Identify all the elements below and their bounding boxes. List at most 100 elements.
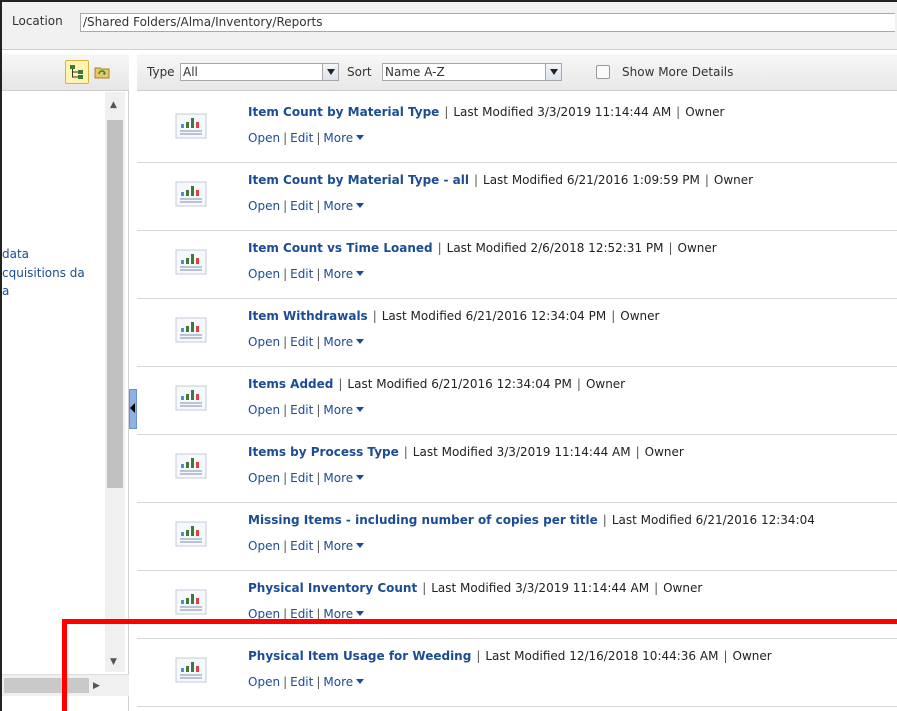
separator: |	[316, 131, 321, 145]
edit-link[interactable]: Edit	[290, 607, 313, 621]
type-select[interactable]: All	[180, 63, 339, 81]
more-menu-link[interactable]: More	[323, 267, 365, 281]
report-name-link[interactable]: Item Count by Material Type	[248, 105, 439, 119]
open-link[interactable]: Open	[248, 403, 280, 417]
report-name-link[interactable]: Item Count vs Time Loaned	[248, 241, 433, 255]
more-menu-link[interactable]: More	[323, 539, 365, 553]
report-name-link[interactable]: Items Added	[248, 377, 333, 391]
tree-scroll-thumb[interactable]	[107, 120, 123, 488]
separator: |	[283, 403, 288, 417]
show-more-details-checkbox[interactable]	[596, 65, 610, 79]
report-modified: Last Modified 12/16/2018 10:44:36 AM	[485, 649, 719, 663]
sort-select[interactable]: Name A-Z	[382, 63, 562, 81]
report-name-link[interactable]: Physical Inventory Count	[248, 581, 417, 595]
report-icon[interactable]	[175, 317, 207, 343]
folder-tree-panel: data cquisitions da a ▲ ▼ ▶	[2, 54, 129, 711]
report-row: Missing Items - including number of copi…	[137, 503, 897, 571]
report-icon[interactable]	[175, 249, 207, 275]
sort-label: Sort	[347, 65, 372, 79]
more-menu-link[interactable]: More	[323, 335, 365, 349]
more-menu-link[interactable]: More	[323, 199, 365, 213]
report-actions: Open | Edit | More	[248, 199, 365, 213]
report-icon[interactable]	[175, 113, 207, 139]
tree-view-icon	[70, 65, 83, 79]
report-modified: Last Modified 6/21/2016 12:34:04	[611, 513, 815, 527]
folder-link[interactable]: a	[2, 284, 102, 298]
folder-link[interactable]: data	[2, 247, 102, 261]
caret-down-icon	[356, 339, 365, 344]
open-link[interactable]: Open	[248, 539, 280, 553]
tree-vertical-scrollbar[interactable]: ▲ ▼	[105, 92, 125, 672]
chevron-down-icon[interactable]	[545, 64, 561, 80]
filter-toolbar: Type All Sort Name A-Z Show More Details	[137, 54, 897, 91]
report-name-link[interactable]: Missing Items - including number of copi…	[248, 513, 598, 527]
scroll-down-icon[interactable]: ▼	[110, 657, 117, 667]
edit-link[interactable]: Edit	[290, 335, 313, 349]
folder-sync-button[interactable]	[90, 60, 114, 84]
open-link[interactable]: Open	[248, 131, 280, 145]
more-label: More	[323, 199, 354, 213]
open-link[interactable]: Open	[248, 267, 280, 281]
report-modified: Last Modified 3/3/2019 11:14:44 AM	[412, 445, 631, 459]
report-actions: Open | Edit | More	[248, 471, 365, 485]
chevron-down-icon[interactable]	[322, 64, 338, 80]
open-link[interactable]: Open	[248, 199, 280, 213]
report-icon[interactable]	[175, 385, 207, 411]
folder-sync-icon	[94, 67, 110, 79]
report-owner: Owner	[685, 105, 725, 119]
report-owner: Owner	[677, 241, 717, 255]
report-name-link[interactable]: Item Withdrawals	[248, 309, 368, 323]
separator: |	[602, 513, 607, 527]
separator: |	[283, 675, 288, 689]
collapse-left-icon	[130, 403, 135, 413]
open-link[interactable]: Open	[248, 675, 280, 689]
report-icon[interactable]	[175, 453, 207, 479]
report-modified: Last Modified 6/21/2016 12:34:04 PM	[347, 377, 572, 391]
more-menu-link[interactable]: More	[323, 675, 365, 689]
more-menu-link[interactable]: More	[323, 403, 365, 417]
collapse-panel-button[interactable]	[129, 389, 137, 429]
edit-link[interactable]: Edit	[290, 199, 313, 213]
tree-horizontal-scrollbar[interactable]: ▶	[2, 674, 129, 696]
separator: |	[668, 241, 673, 255]
edit-link[interactable]: Edit	[290, 471, 313, 485]
tree-view-button[interactable]	[65, 60, 89, 84]
more-label: More	[323, 267, 354, 281]
report-icon[interactable]	[175, 657, 207, 683]
folder-link[interactable]: cquisitions da	[2, 266, 102, 280]
location-path-field[interactable]: /Shared Folders/Alma/Inventory/Reports	[80, 13, 895, 32]
edit-link[interactable]: Edit	[290, 675, 313, 689]
report-name-link[interactable]: Items by Process Type	[248, 445, 399, 459]
more-label: More	[323, 131, 354, 145]
edit-link[interactable]: Edit	[290, 131, 313, 145]
report-actions: Open | Edit | More	[248, 131, 365, 145]
report-owner: Owner	[713, 173, 754, 187]
caret-down-icon	[356, 407, 365, 412]
separator: |	[473, 173, 479, 187]
separator: |	[316, 471, 321, 485]
caret-down-icon	[356, 679, 365, 684]
open-link[interactable]: Open	[248, 335, 280, 349]
report-name-link[interactable]: Item Count by Material Type - all	[248, 173, 469, 187]
panel-splitter[interactable]	[129, 54, 137, 711]
report-title-line: Physical Item Usage for Weeding | Last Mod…	[248, 649, 772, 663]
sort-select-value: Name A-Z	[385, 65, 445, 79]
more-menu-link[interactable]: More	[323, 607, 365, 621]
edit-link[interactable]: Edit	[290, 403, 313, 417]
report-actions: Open | Edit | More	[248, 335, 365, 349]
report-name-link[interactable]: Physical Item Usage for Weeding	[248, 649, 471, 663]
edit-link[interactable]: Edit	[290, 539, 313, 553]
scroll-up-icon[interactable]: ▲	[110, 100, 117, 110]
tree-hscroll-thumb[interactable]	[4, 678, 89, 693]
more-menu-link[interactable]: More	[323, 471, 365, 485]
scroll-right-icon[interactable]: ▶	[93, 681, 100, 691]
report-title-line: Item Count by Material Type - all | Last M…	[248, 173, 753, 187]
report-actions: Open | Edit | More	[248, 607, 365, 621]
more-menu-link[interactable]: More	[323, 131, 365, 145]
report-icon[interactable]	[175, 521, 207, 547]
open-link[interactable]: Open	[248, 471, 280, 485]
open-link[interactable]: Open	[248, 607, 280, 621]
report-icon[interactable]	[175, 181, 207, 207]
edit-link[interactable]: Edit	[290, 267, 313, 281]
report-icon[interactable]	[175, 589, 207, 615]
